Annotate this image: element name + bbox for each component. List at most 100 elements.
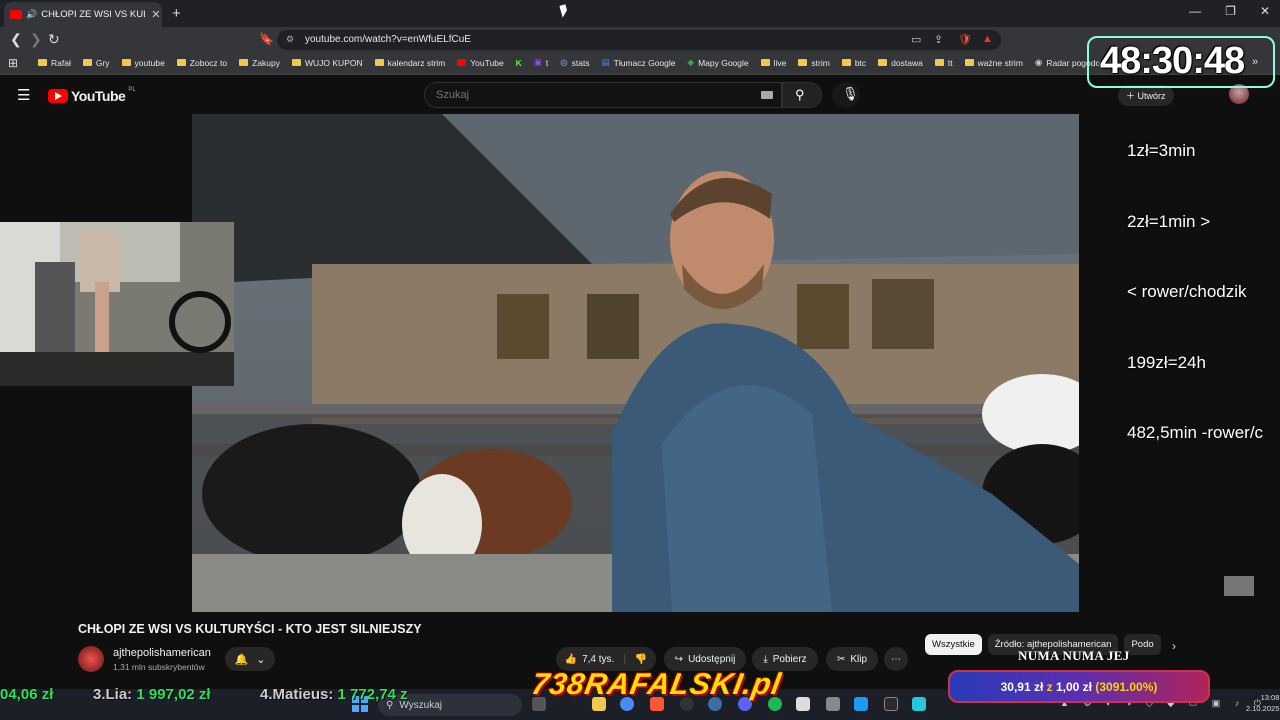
youtube-icon bbox=[457, 59, 467, 66]
bookmark-item[interactable]: Zakupy bbox=[239, 57, 280, 68]
miniplayer-thumbnail[interactable] bbox=[1224, 576, 1254, 596]
bookmark-item[interactable]: youtube bbox=[121, 57, 165, 68]
youtube-play-icon bbox=[48, 89, 68, 103]
app-icon[interactable] bbox=[884, 697, 898, 711]
back-arrow-icon[interactable]: ❮ bbox=[10, 31, 22, 48]
folder-icon bbox=[176, 59, 186, 66]
reload-icon[interactable]: ↻ bbox=[48, 31, 60, 48]
bookmark-item[interactable]: ważne strim bbox=[964, 57, 1023, 68]
bookmark-item[interactable]: Zobocz to bbox=[176, 57, 227, 68]
more-actions-button[interactable]: ⋯ bbox=[884, 647, 908, 671]
taskbar-clock[interactable]: 13:08 2.10.2025 bbox=[1246, 692, 1279, 714]
chevron-right-icon[interactable]: › bbox=[1172, 639, 1176, 653]
menu-icon[interactable]: ☰ bbox=[17, 86, 30, 104]
chip-all[interactable]: Wszystkie bbox=[925, 634, 982, 655]
translate-icon: ▤ bbox=[601, 57, 610, 67]
stats-icon: ◎ bbox=[560, 57, 568, 67]
bookmark-item[interactable]: dostawa bbox=[878, 57, 923, 68]
calculator-icon[interactable] bbox=[826, 697, 840, 711]
bell-icon: 🔔 bbox=[234, 653, 249, 666]
streamer-brand-logo: 738RAFALSKI.pl bbox=[529, 668, 785, 701]
subathon-timer: 48:30:48 bbox=[1100, 40, 1245, 82]
bookmark-item[interactable]: WUJO KUPON bbox=[292, 57, 363, 68]
video-frame bbox=[192, 114, 1079, 612]
now-playing-text: NUMA NUMA JEJ bbox=[1018, 648, 1130, 663]
youtube-logo[interactable]: YouTube PL bbox=[48, 87, 136, 104]
folder-icon bbox=[878, 59, 888, 66]
forward-arrow-icon[interactable]: ❯ bbox=[30, 31, 42, 48]
bookmark-list: Rafał Gry youtube Zobocz to Zakupy WUJO … bbox=[38, 57, 1111, 68]
rewards-icon[interactable]: ▲ bbox=[982, 33, 993, 45]
video-player[interactable] bbox=[192, 114, 1079, 612]
youtube-favicon-icon bbox=[10, 10, 22, 19]
browser-tab-strip bbox=[0, 0, 1280, 27]
minimize-icon[interactable]: — bbox=[1189, 4, 1201, 18]
chevron-down-icon: ⌄ bbox=[256, 653, 266, 666]
browser-tab[interactable]: 🔊 CHŁOPI ZE WSI VS KULTURYŚ ✕ bbox=[4, 2, 162, 27]
video-title: CHŁOPI ZE WSI VS KULTURYŚCI - KTO JEST S… bbox=[78, 622, 422, 636]
app-icon[interactable] bbox=[796, 697, 810, 711]
keyboard-icon[interactable] bbox=[761, 91, 773, 99]
url-text[interactable]: youtube.com/watch?v=enWfuELfCuE bbox=[305, 34, 471, 45]
brave-shield-icon[interactable]: 🛡 bbox=[958, 33, 972, 46]
share-icon[interactable]: ⇪ bbox=[934, 33, 943, 46]
more-icon: ⋯ bbox=[891, 653, 901, 665]
bookmark-item[interactable]: ◎ stats bbox=[560, 57, 589, 68]
bookmark-item[interactable]: K bbox=[516, 57, 522, 68]
close-tab-icon[interactable]: ✕ bbox=[151, 8, 160, 21]
site-info-icon[interactable]: ⚙ bbox=[286, 34, 294, 45]
cast-icon[interactable]: ▭ bbox=[911, 33, 921, 46]
close-window-icon[interactable]: ✕ bbox=[1260, 4, 1270, 18]
bookmark-item[interactable]: ▣ t bbox=[534, 57, 548, 68]
bookmark-item[interactable]: tt bbox=[934, 57, 953, 68]
clock-date: 2.10.2025 bbox=[1246, 704, 1280, 713]
bookmark-icon[interactable]: 🔖 bbox=[259, 32, 274, 46]
bookmark-item[interactable]: btc bbox=[841, 57, 866, 68]
restore-icon[interactable]: ❐ bbox=[1225, 4, 1236, 18]
x-icon[interactable] bbox=[854, 697, 868, 711]
channel-name[interactable]: ajthepolishamerican bbox=[113, 647, 211, 659]
folder-icon bbox=[964, 59, 974, 66]
bookmark-item[interactable]: Gry bbox=[82, 57, 110, 68]
leaderboard-entry: 4.Matieus: 1 772,74 z bbox=[260, 686, 408, 703]
bookmark-item[interactable]: ◆ Mapy Google bbox=[688, 57, 749, 68]
folder-icon bbox=[760, 59, 770, 66]
microphone-icon[interactable]: 🎙 bbox=[842, 86, 859, 102]
thumbs-down-icon[interactable]: 👎 bbox=[635, 654, 647, 665]
folder-icon bbox=[82, 59, 92, 66]
speaker-icon[interactable]: 🔊 bbox=[26, 9, 37, 20]
bookmark-item[interactable]: Rafał bbox=[38, 57, 71, 68]
window-controls: — ❐ ✕ bbox=[1189, 4, 1270, 18]
subscriber-count: 1,31 mln subskrybentów bbox=[113, 662, 205, 672]
new-tab-button[interactable]: + bbox=[172, 5, 181, 22]
app-icon[interactable] bbox=[912, 697, 926, 711]
thumbs-up-icon: 👍 bbox=[564, 653, 578, 665]
leaderboard-entry: 3.Lia: 1 997,02 zł bbox=[93, 686, 211, 703]
notification-button[interactable]: 🔔 ⌄ bbox=[225, 647, 275, 671]
rule-line: 482,5min -rower/c bbox=[1127, 423, 1264, 442]
twitch-icon: ▣ bbox=[533, 57, 542, 67]
scissors-icon: ✂ bbox=[836, 653, 846, 665]
share-arrow-icon: ↪ bbox=[674, 653, 684, 665]
donation-goal-bar: 30,91 zł z 1,00 zł (3091.00%) bbox=[948, 670, 1210, 703]
rule-line: < rower/chodzik bbox=[1127, 282, 1247, 301]
rule-line: 199zł=24h bbox=[1127, 352, 1206, 372]
channel-avatar[interactable] bbox=[78, 646, 104, 672]
radar-icon: ◉ bbox=[1034, 57, 1043, 67]
folder-icon bbox=[841, 59, 851, 66]
apps-grid-icon[interactable]: ⊞ bbox=[8, 56, 18, 70]
leaderboard-entry: 04,06 zł bbox=[0, 686, 54, 703]
bookmark-item[interactable]: YouTube bbox=[457, 57, 504, 68]
rule-line: 2zł=1min > bbox=[1127, 211, 1211, 231]
folder-icon bbox=[239, 59, 249, 66]
search-icon[interactable]: ⚲ bbox=[795, 87, 805, 103]
clip-button[interactable]: ✂ Klip bbox=[826, 647, 878, 671]
tab-title: CHŁOPI ZE WSI VS KULTURYŚ bbox=[41, 9, 145, 20]
bookmark-item[interactable]: live bbox=[760, 57, 786, 68]
bookmark-item[interactable]: kalendarz strim bbox=[374, 57, 445, 68]
folder-icon bbox=[121, 59, 131, 66]
bookmark-item[interactable]: ▤ Tłumacz Google bbox=[602, 57, 676, 68]
bookmark-item[interactable]: strim bbox=[798, 57, 830, 68]
folder-icon bbox=[38, 59, 47, 66]
search-input[interactable] bbox=[434, 88, 738, 102]
